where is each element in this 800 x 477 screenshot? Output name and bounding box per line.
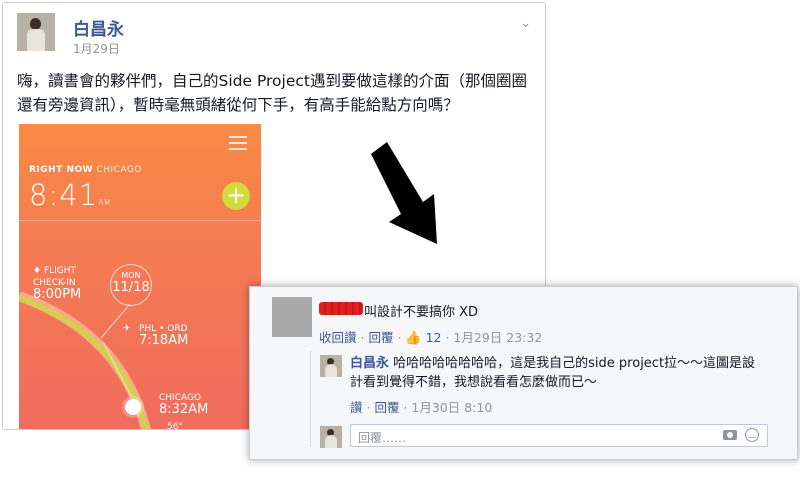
thumbs-up-icon[interactable]: 👍	[405, 331, 421, 346]
arrow-icon	[371, 142, 437, 244]
reply-date[interactable]: 1月30日 8:10	[411, 400, 492, 415]
post-date[interactable]: 1月29日	[73, 40, 120, 57]
reply-link[interactable]: 回覆	[374, 400, 399, 415]
post-author-name[interactable]: 白昌永	[73, 15, 124, 40]
like-link[interactable]: 讚	[350, 400, 363, 415]
reply-placeholder: 回覆……	[358, 431, 407, 445]
chevron-down-icon[interactable]: ⌄	[520, 16, 531, 31]
bell-icon: ♦	[33, 266, 42, 276]
reply-actions: 讚 · 回覆 · 1月30日 8:10	[350, 400, 493, 415]
route-info: PHL • ORD 7:18AM	[139, 324, 189, 348]
post-author-avatar[interactable]	[17, 13, 55, 51]
reply-text: 白昌永 哈哈哈哈哈哈哈哈，這是我自己的side project拉～～這圖是設計看…	[350, 356, 756, 390]
reply-author-name[interactable]: 白昌永	[350, 356, 389, 371]
comment-text: 叫設計不要搞你 XD	[364, 305, 479, 320]
day-badge: MON 11/18	[110, 264, 152, 306]
comment-date[interactable]: 1月29日 23:32	[453, 330, 542, 345]
post-text: 嗨，讀書會的夥伴們，自己的Side Project遇到要做這樣的介面（那個圈圈還…	[17, 72, 527, 114]
reply-thread-line	[310, 351, 311, 447]
camera-icon[interactable]	[723, 430, 737, 440]
flight-checkin-label: ♦ FLIGHT CHECK-IN 8:00PM	[33, 266, 82, 302]
reply-input[interactable]: 回覆…… ‿	[350, 424, 768, 447]
redacted-author-name[interactable]	[319, 302, 363, 315]
app-screenshot[interactable]: RIGHT NOW CHICAGO 8:41AM + MON 11/18 ♦ F…	[19, 124, 261, 430]
temperature: 56°	[167, 422, 183, 430]
emoji-icon[interactable]: ‿	[745, 428, 759, 442]
commenter-avatar[interactable]	[272, 297, 312, 337]
checkin-time: 8:00PM	[33, 287, 82, 302]
unlike-link[interactable]: 收回讚	[319, 330, 357, 345]
current-user-avatar	[320, 426, 342, 448]
like-count[interactable]: 12	[426, 330, 442, 345]
comments-panel: 叫設計不要搞你 XD 收回讚 · 回覆 · 👍 12 · 1月29日 23:32…	[249, 286, 798, 460]
reply-author-avatar[interactable]	[320, 355, 342, 377]
plane-icon: ✈	[123, 324, 131, 334]
comment-actions: 收回讚 · 回覆 · 👍 12 · 1月29日 23:32	[319, 330, 543, 346]
reply-link[interactable]: 回覆	[368, 330, 393, 345]
arrival-info: CHICAGO 8:32AM	[159, 393, 209, 417]
